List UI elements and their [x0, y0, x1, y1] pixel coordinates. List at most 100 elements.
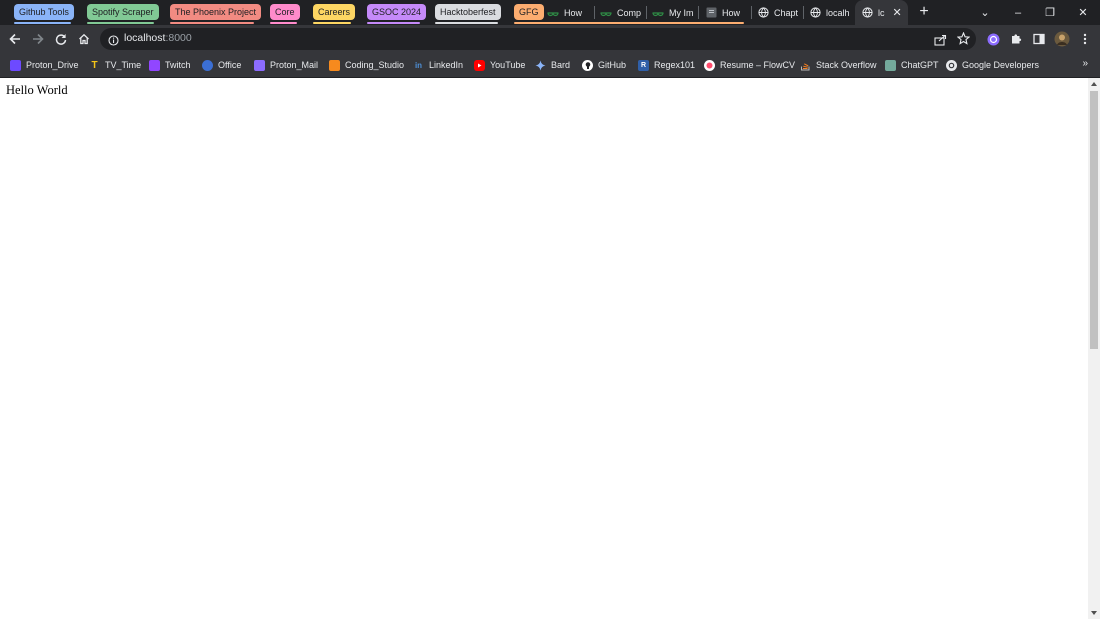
- back-button[interactable]: [5, 29, 25, 49]
- bookmark-proton-mail[interactable]: Proton_Mail: [254, 58, 318, 72]
- bookmark-chatgpt[interactable]: ChatGPT: [885, 58, 939, 72]
- page-icon: [705, 7, 717, 19]
- scroll-up-arrow-icon[interactable]: [1091, 82, 1097, 86]
- more-bookmarks-button[interactable]: »: [1082, 58, 1088, 69]
- tab-comp[interactable]: Comp: [600, 0, 642, 25]
- close-window-button[interactable]: ✕: [1068, 0, 1098, 25]
- page-viewport: Hello World: [0, 78, 1088, 619]
- tab-group-github-tools[interactable]: Github Tools: [14, 4, 74, 20]
- tab-how-2[interactable]: How: [705, 0, 745, 25]
- bookmark-label: YouTube: [490, 60, 526, 70]
- tab-group-underline: [14, 22, 71, 24]
- bookmark-resume-flowcv[interactable]: Resume – FlowCV: [704, 58, 795, 72]
- tab-group-underline: [87, 22, 154, 24]
- tab-strip: Github Tools Spotify Scraper The Phoenix…: [0, 0, 1100, 25]
- bookmark-linkedin[interactable]: in LinkedIn: [413, 58, 463, 72]
- tab-separator: [698, 6, 699, 19]
- reload-button[interactable]: [51, 29, 71, 49]
- gfg-icon: [547, 7, 559, 19]
- tab-my-im[interactable]: My Im: [652, 0, 694, 25]
- google-developers-icon: [946, 59, 957, 71]
- bookmark-label: Twitch: [165, 60, 191, 70]
- bookmark-label: Proton_Drive: [26, 60, 79, 70]
- restore-button[interactable]: ❐: [1035, 0, 1065, 25]
- tab-group-core[interactable]: Core: [270, 4, 300, 20]
- proton-mail-icon: [254, 59, 265, 71]
- new-tab-button[interactable]: +: [916, 3, 932, 21]
- office-icon: [202, 59, 213, 71]
- tab-group-spotify-scraper[interactable]: Spotify Scraper: [87, 4, 159, 20]
- bookmarks-bar: Proton_Drive T TV_Time Twitch Office Pro…: [0, 53, 1100, 77]
- bookmark-label: Bard: [551, 60, 571, 70]
- tab-how[interactable]: How: [547, 0, 591, 25]
- url-host: localhost: [124, 32, 166, 44]
- bookmark-label: Google Developers: [962, 60, 1040, 70]
- scroll-down-arrow-icon[interactable]: [1091, 611, 1097, 615]
- minimize-button[interactable]: –: [1003, 0, 1033, 25]
- tab-separator: [803, 6, 804, 19]
- address-bar[interactable]: localhost:8000: [100, 28, 976, 50]
- tab-group-gfg[interactable]: GFG: [514, 4, 544, 20]
- twitch-icon: [149, 59, 160, 71]
- bookmark-label: TV_Time: [105, 60, 142, 70]
- bookmark-github[interactable]: GitHub: [582, 58, 626, 72]
- tab-group-underline: [270, 22, 297, 24]
- bookmark-youtube[interactable]: YouTube: [474, 58, 525, 72]
- tab-chapt[interactable]: Chapt: [757, 0, 799, 25]
- home-button[interactable]: [74, 29, 94, 49]
- tab-title: Chapt: [774, 7, 799, 18]
- chatgpt-icon: [885, 59, 896, 71]
- bookmark-stack-overflow[interactable]: Stack Overflow: [800, 58, 877, 72]
- bookmark-tv-time[interactable]: T TV_Time: [89, 58, 141, 72]
- globe-icon: [861, 7, 873, 19]
- bookmark-label: GitHub: [598, 60, 627, 70]
- bookmark-office[interactable]: Office: [202, 58, 241, 72]
- bookmark-twitch[interactable]: Twitch: [149, 58, 191, 72]
- bookmark-label: LinkedIn: [429, 60, 464, 70]
- bookmark-proton-drive[interactable]: Proton_Drive: [10, 58, 79, 72]
- url-text: localhost:8000: [124, 32, 192, 44]
- extensions-button[interactable]: [1006, 29, 1026, 49]
- linkedin-icon: in: [414, 60, 423, 70]
- bookmark-label: Resume – FlowCV: [720, 60, 796, 70]
- tab-group-gsoc-2024[interactable]: GSOC 2024: [367, 4, 427, 20]
- bookmark-google-developers[interactable]: Google Developers: [946, 58, 1039, 72]
- bookmark-label: Coding_Studio: [345, 60, 405, 70]
- profile-avatar[interactable]: [1052, 29, 1072, 49]
- arrow-right-icon: [33, 33, 44, 45]
- globe-icon: [757, 7, 769, 19]
- tab-group-underline: [313, 22, 351, 24]
- coding-studio-icon: [329, 59, 340, 71]
- close-tab-icon[interactable]: ✕: [893, 6, 902, 19]
- bookmark-label: Stack Overflow: [816, 60, 877, 70]
- side-panel-icon: [1033, 33, 1045, 45]
- tab-group-phoenix-project[interactable]: The Phoenix Project: [170, 4, 262, 20]
- gfg-icon: [652, 7, 664, 19]
- tab-title: My Im: [669, 7, 694, 18]
- side-panel-button[interactable]: [1029, 29, 1049, 49]
- share-icon[interactable]: [934, 33, 947, 51]
- avatar: [1054, 31, 1070, 47]
- tab-title: How: [722, 7, 741, 18]
- vertical-scrollbar[interactable]: [1088, 78, 1100, 619]
- bookmark-bard[interactable]: Bard: [535, 58, 570, 72]
- menu-button[interactable]: [1075, 29, 1095, 49]
- globe-icon: [809, 7, 821, 19]
- tab-group-hacktoberfest[interactable]: Hacktoberfest: [435, 4, 501, 20]
- extension-button[interactable]: [983, 29, 1003, 49]
- tab-active-localhost[interactable]: lc ✕: [855, 0, 908, 25]
- tab-localh[interactable]: localh: [809, 0, 851, 25]
- tab-group-underline: [170, 22, 254, 24]
- bookmark-coding-studio[interactable]: Coding_Studio: [329, 58, 404, 72]
- tab-search-button[interactable]: ⌄: [970, 0, 1000, 25]
- tab-group-careers[interactable]: Careers: [313, 4, 356, 20]
- tab-title: localh: [826, 7, 850, 18]
- tab-title: Comp: [617, 7, 642, 18]
- browser-toolbar: localhost:8000: [0, 25, 1100, 53]
- forward-button[interactable]: [28, 29, 48, 49]
- scrollbar-thumb[interactable]: [1090, 91, 1098, 349]
- bookmark-regex101[interactable]: R Regex101: [638, 58, 695, 72]
- bookmark-star-icon[interactable]: [956, 31, 971, 50]
- site-info-icon[interactable]: [108, 33, 119, 51]
- youtube-icon: [474, 59, 485, 71]
